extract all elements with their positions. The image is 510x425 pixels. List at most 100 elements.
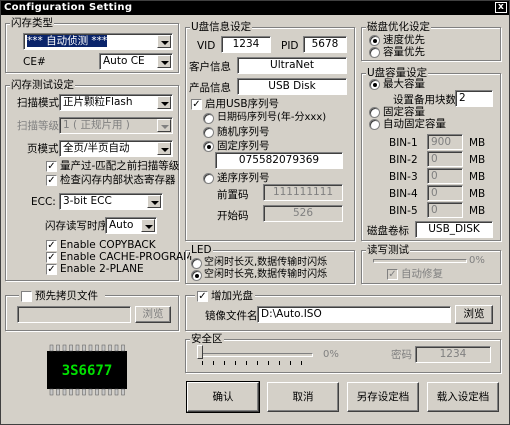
speed-priority-radio[interactable] — [369, 35, 380, 46]
title-bar: Configuration Setting x — [1, 1, 509, 15]
bin-label: BIN-3 — [389, 171, 418, 183]
mass-produce-label: 量产过-匹配之前扫描等级 — [60, 160, 180, 172]
security-slider-track — [201, 353, 313, 357]
auto-repair-checkbox[interactable]: ✓ — [387, 269, 398, 280]
image-file-field[interactable]: D:\Auto.ISO — [257, 306, 451, 323]
disk-opt-group-label: 磁盘优化设定 — [366, 21, 431, 33]
ecc-select[interactable]: 3-bit ECC — [59, 193, 163, 210]
password-field[interactable]: 1234 — [415, 346, 491, 363]
ecc-label: ECC: — [31, 196, 56, 208]
ok-button[interactable]: 确认 — [186, 381, 260, 413]
flash-type-select[interactable]: *** 自动侦测 *** — [23, 33, 173, 50]
chevron-down-icon — [157, 119, 171, 132]
password-label: 密码 — [391, 349, 412, 361]
bin-unit: MB — [469, 171, 486, 183]
close-button[interactable]: x — [495, 2, 507, 13]
chevron-down-icon — [157, 96, 171, 109]
flash-type-group-label: 闪存类型 — [10, 17, 54, 29]
pid-label: PID — [281, 40, 299, 52]
cdrom-checkbox[interactable]: ✓ — [197, 291, 208, 302]
chip-pin — [56, 344, 60, 352]
bin-unit: MB — [469, 188, 486, 200]
preset-copy-browse-button[interactable]: 浏览 — [135, 306, 171, 323]
led-opt1-radio[interactable] — [191, 258, 202, 269]
save-settings-button[interactable]: 另存设定档 — [347, 382, 419, 412]
bin-label: BIN-1 — [389, 137, 418, 149]
chip-pin — [82, 388, 86, 396]
chevron-down-icon — [141, 219, 155, 232]
preset-copy-label: 预先拷贝文件 — [35, 290, 98, 302]
pid-field[interactable]: 5678 — [303, 36, 347, 53]
bin-value-field[interactable]: 900 — [427, 134, 463, 150]
window-title: Configuration Setting — [4, 2, 133, 13]
scan-level-label: 扫描等级 — [17, 120, 59, 132]
ce-select[interactable]: Auto CE — [99, 53, 173, 70]
reserve-blocks-field[interactable]: 2 — [455, 90, 493, 107]
vid-field[interactable]: 1234 — [221, 36, 271, 53]
fixed-capacity-radio[interactable] — [369, 107, 380, 118]
chevron-down-icon — [147, 195, 161, 208]
chip-pin — [108, 344, 112, 352]
copyback-checkbox[interactable]: ✓ — [46, 240, 57, 251]
speed-priority-label: 速度优先 — [383, 34, 425, 46]
preset-copy-checkbox[interactable] — [21, 291, 32, 302]
bin-value-field[interactable]: 0 — [427, 185, 463, 201]
auto-fixed-capacity-radio[interactable] — [369, 119, 380, 130]
start-field[interactable]: 526 — [263, 205, 343, 222]
flash-test-group-label: 闪存测试设定 — [10, 79, 75, 91]
scan-level-select[interactable]: 1 ( 正规片用 ) — [59, 117, 173, 134]
auto-repair-label: 自动修复 — [401, 268, 443, 280]
chip-label: 3S6677 — [62, 363, 113, 379]
scan-mode-select[interactable]: 正片颗粒Flash — [59, 94, 173, 111]
security-group-label: 安全区 — [190, 333, 224, 345]
preset-copy-path-field[interactable] — [17, 306, 131, 323]
rw-test-group-label: 读写测试 — [366, 244, 410, 256]
prefix-field[interactable]: 111111111 — [263, 184, 343, 201]
prefix-label: 前置码 — [217, 189, 249, 201]
bin-value-field[interactable]: 0 — [427, 151, 463, 167]
scan-mode-label: 扫描模式 — [17, 97, 59, 109]
chip-logo: 3S6677 — [47, 344, 127, 396]
chevron-down-icon — [157, 35, 171, 48]
auto-fixed-capacity-label: 自动固定容量 — [383, 118, 446, 130]
chip-pin — [56, 388, 60, 396]
mass-produce-checkbox[interactable]: ✓ — [46, 161, 57, 172]
cache-program-checkbox[interactable]: ✓ — [46, 252, 57, 263]
chip-pin — [49, 388, 54, 396]
security-slider-thumb[interactable] — [197, 345, 203, 359]
bin-value-field[interactable]: 0 — [427, 168, 463, 184]
capacity-priority-radio[interactable] — [369, 47, 380, 58]
bin-value-field[interactable]: 0 — [427, 202, 463, 218]
load-settings-button[interactable]: 载入设定档 — [427, 382, 499, 412]
bin-unit: MB — [469, 137, 486, 149]
fixed-capacity-label: 固定容量 — [383, 106, 425, 118]
serial-date-radio[interactable] — [203, 113, 214, 124]
chip-pin — [101, 388, 106, 396]
serial-fixed-radio[interactable] — [203, 141, 214, 152]
max-capacity-radio[interactable] — [369, 79, 380, 90]
page-mode-select[interactable]: 全页/半页自动 — [59, 140, 173, 157]
serial-fixed-field[interactable]: 075582079369 — [215, 152, 343, 169]
led-opt1-label: 空闲时长灭,数据传输时闪烁 — [204, 257, 328, 268]
volume-label: 磁盘卷标 — [367, 225, 409, 237]
led-opt2-radio[interactable] — [191, 270, 202, 281]
serial-random-radio[interactable] — [203, 127, 214, 138]
bin-unit: MB — [469, 154, 486, 166]
cancel-button[interactable]: 取消 — [267, 382, 339, 412]
chip-pin — [114, 344, 119, 352]
volume-field[interactable]: USB_DISK — [415, 221, 493, 238]
check-register-checkbox[interactable]: ✓ — [46, 175, 57, 186]
image-browse-button[interactable]: 浏览 — [455, 305, 493, 324]
serial-enable-checkbox[interactable]: ✓ — [191, 99, 202, 110]
serial-increment-radio[interactable] — [203, 173, 214, 184]
two-plane-checkbox[interactable]: ✓ — [46, 264, 57, 275]
product-field[interactable]: USB Disk — [237, 78, 347, 95]
chip-pin — [49, 344, 54, 352]
capacity-priority-label: 容量优先 — [383, 46, 425, 58]
chip-pin — [95, 388, 99, 396]
timing-select[interactable]: Auto — [105, 217, 157, 234]
serial-date-label: 日期码序列号(年-分xxx) — [217, 112, 327, 123]
vendor-field[interactable]: UltraNet — [237, 57, 347, 74]
chip-pin — [121, 344, 125, 352]
page-mode-label: 页模式 — [27, 143, 59, 155]
